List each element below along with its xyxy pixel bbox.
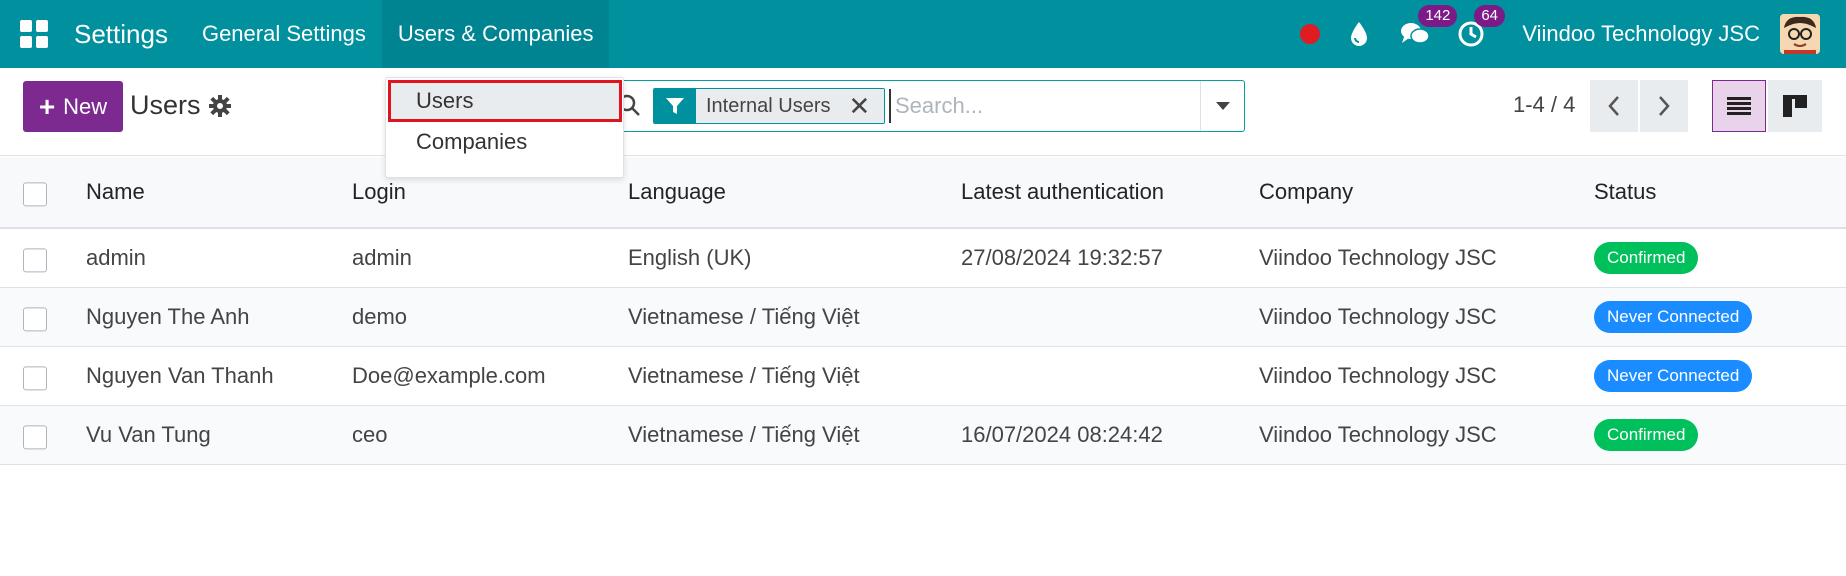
facet-remove-icon[interactable]: ✕ <box>842 89 885 123</box>
cell-company: Viindoo Technology JSC <box>1259 245 1497 270</box>
filter-facet: Internal Users ✕ <box>653 88 886 124</box>
search-input[interactable] <box>889 89 1189 123</box>
cell-company: Viindoo Technology JSC <box>1259 422 1497 447</box>
new-button[interactable]: + New <box>23 81 123 132</box>
cell-latest-authentication: 27/08/2024 19:32:57 <box>961 245 1163 270</box>
cell-company: Viindoo Technology JSC <box>1259 304 1497 329</box>
cell-name: Nguyen The Anh <box>86 304 250 329</box>
top-navbar: Settings General Settings Users & Compan… <box>0 0 1846 68</box>
cell-name: Vu Van Tung <box>86 422 211 447</box>
list-view-button[interactable] <box>1712 80 1766 132</box>
cell-login: admin <box>352 245 412 270</box>
dropdown-item-users[interactable]: Users <box>388 80 622 122</box>
filter-icon <box>654 89 696 123</box>
select-all-checkbox[interactable] <box>23 182 47 207</box>
menu-general-settings[interactable]: General Settings <box>186 0 382 68</box>
systray: 142 64 Viindoo Technology JSC <box>1300 0 1846 68</box>
status-badge: Confirmed <box>1594 419 1699 451</box>
cell-language: Vietnamese / Tiếng Việt <box>628 304 860 329</box>
menu-users-companies[interactable]: Users & Companies <box>381 0 610 68</box>
users-companies-dropdown: Users Companies <box>385 77 624 178</box>
list-view-icon <box>1727 97 1751 115</box>
cell-name: admin <box>86 245 146 270</box>
activity-clock-icon[interactable]: 64 <box>1456 5 1505 49</box>
table-row[interactable]: Nguyen The Anh demo Vietnamese / Tiếng V… <box>0 288 1846 347</box>
pager-previous-button[interactable] <box>1590 80 1638 132</box>
control-panel: + New Users Internal Users ✕ 1-4 / 4 <box>0 68 1846 156</box>
apps-menu-icon[interactable] <box>20 20 48 48</box>
table-header: Name Login Language Latest authenticatio… <box>0 157 1846 229</box>
search-options-toggle[interactable] <box>1200 81 1244 131</box>
new-button-label: New <box>63 93 108 119</box>
column-header-name[interactable]: Name <box>86 179 145 205</box>
dropdown-item-companies[interactable]: Companies <box>386 122 623 162</box>
column-header-company[interactable]: Company <box>1259 179 1353 205</box>
pager-next-button[interactable] <box>1640 80 1688 132</box>
cell-language: Vietnamese / Tiếng Việt <box>628 422 860 447</box>
kanban-view-icon <box>1783 95 1807 117</box>
column-header-status[interactable]: Status <box>1594 179 1656 205</box>
cell-language: Vietnamese / Tiếng Việt <box>628 363 860 388</box>
messages-badge: 142 <box>1418 5 1458 27</box>
cell-login: Doe@example.com <box>352 363 546 388</box>
row-checkbox[interactable] <box>23 425 47 450</box>
status-badge: Never Connected <box>1594 360 1753 392</box>
table-row[interactable]: Vu Van Tung ceo Vietnamese / Tiếng Việt … <box>0 406 1846 465</box>
company-switcher[interactable]: Viindoo Technology JSC <box>1522 21 1760 47</box>
droplet-icon[interactable] <box>1344 19 1374 49</box>
table-row[interactable]: admin admin English (UK) 27/08/2024 19:3… <box>0 229 1846 288</box>
users-list-table: Name Login Language Latest authenticatio… <box>0 157 1846 465</box>
cell-login: demo <box>352 304 408 329</box>
cell-language: English (UK) <box>628 245 752 270</box>
column-header-login[interactable]: Login <box>352 179 406 205</box>
status-badge: Confirmed <box>1594 242 1699 274</box>
cell-name: Nguyen Van Thanh <box>86 363 274 388</box>
cell-latest-authentication: 16/07/2024 08:24:42 <box>961 422 1163 447</box>
caret-down-icon <box>1215 102 1230 110</box>
page-title: Users <box>130 90 201 120</box>
status-badge: Never Connected <box>1594 301 1753 333</box>
gear-icon[interactable] <box>209 95 231 117</box>
app-title[interactable]: Settings <box>74 19 168 50</box>
cell-company: Viindoo Technology JSC <box>1259 363 1497 388</box>
record-dot-icon[interactable] <box>1300 24 1321 44</box>
column-header-language[interactable]: Language <box>628 179 726 205</box>
plus-icon: + <box>38 90 56 122</box>
chevron-right-icon <box>1659 96 1670 116</box>
cell-login: ceo <box>352 422 388 447</box>
kanban-view-button[interactable] <box>1768 80 1822 132</box>
facet-label: Internal Users <box>696 89 843 123</box>
row-checkbox[interactable] <box>23 307 47 332</box>
activities-badge: 64 <box>1474 5 1505 27</box>
search-bar: Internal Users ✕ <box>600 80 1245 132</box>
column-header-latest-authentication[interactable]: Latest authentication <box>961 179 1164 205</box>
row-checkbox[interactable] <box>23 366 47 391</box>
user-avatar[interactable] <box>1780 14 1820 54</box>
row-checkbox[interactable] <box>23 248 47 273</box>
table-row[interactable]: Nguyen Van Thanh Doe@example.com Vietnam… <box>0 347 1846 406</box>
chevron-left-icon <box>1608 96 1619 116</box>
messages-icon[interactable]: 142 <box>1400 5 1458 49</box>
pager-value[interactable]: 1-4 / 4 <box>1513 92 1575 118</box>
